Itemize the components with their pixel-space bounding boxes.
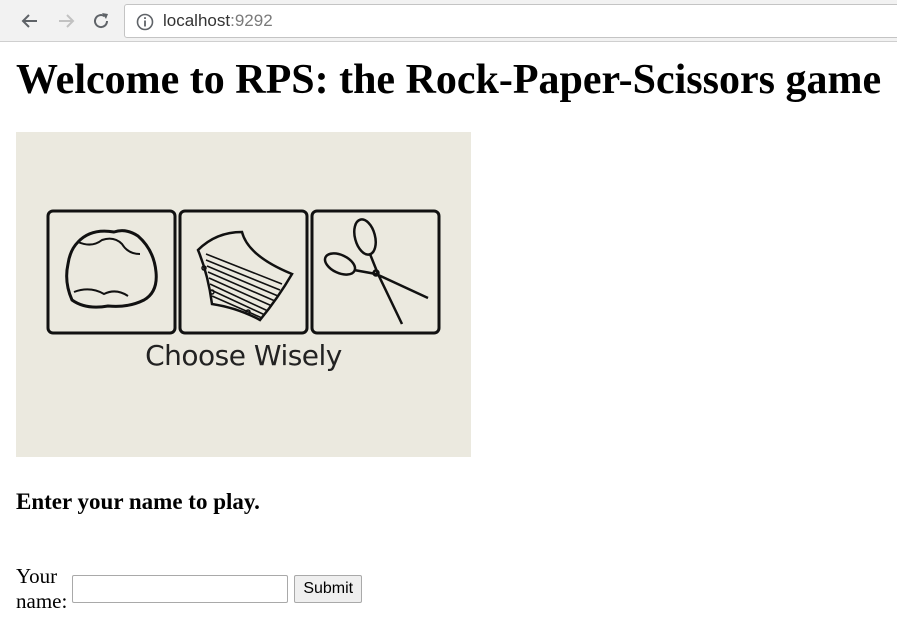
reload-icon[interactable] xyxy=(89,9,113,33)
url-text: localhost:9292 xyxy=(163,11,273,31)
address-bar[interactable]: localhost:9292 xyxy=(124,4,897,38)
url-host: localhost xyxy=(163,11,231,30)
forward-arrow-icon[interactable] xyxy=(54,9,78,33)
back-arrow-icon[interactable] xyxy=(18,9,42,33)
name-form: Your name: Submit xyxy=(16,564,363,614)
choose-wisely-image: Choose Wisely xyxy=(16,132,471,457)
hero-caption: Choose Wisely xyxy=(145,339,342,372)
name-input[interactable] xyxy=(72,575,289,603)
info-icon[interactable] xyxy=(135,12,155,32)
page-title: Welcome to RPS: the Rock-Paper-Scissors … xyxy=(16,57,882,103)
play-instructions: Enter your name to play. xyxy=(16,489,260,514)
paper-icon xyxy=(196,230,294,322)
rock-icon xyxy=(65,229,158,309)
scissors-icon xyxy=(323,218,429,325)
url-port: :9292 xyxy=(230,11,273,30)
submit-button[interactable]: Submit xyxy=(294,575,363,603)
name-label: Your name: xyxy=(16,564,68,613)
browser-toolbar: localhost:9292 xyxy=(0,0,897,42)
